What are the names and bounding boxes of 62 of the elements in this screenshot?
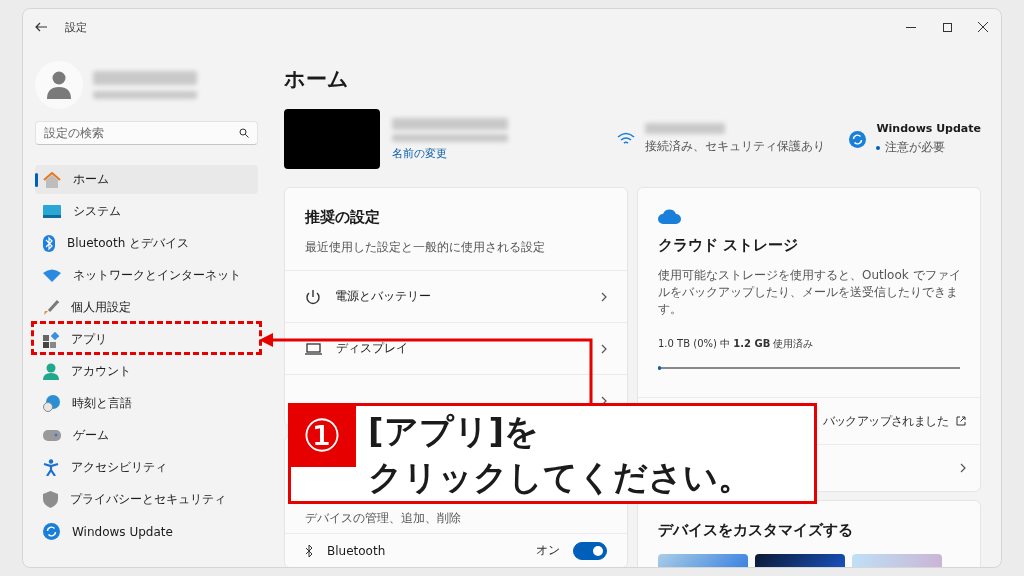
- minimize-icon: [906, 26, 916, 28]
- chevron-right-icon: [960, 463, 966, 474]
- row-label: Bluetooth: [327, 543, 387, 558]
- chevron-right-icon: [601, 291, 607, 302]
- bluetooth-icon: [305, 543, 313, 558]
- sidebar-item[interactable]: ネットワークとインターネット: [35, 261, 258, 290]
- settings-row[interactable]: 電源とバッテリー: [285, 270, 627, 322]
- sidebar-item[interactable]: アプリ: [35, 325, 258, 354]
- update-icon: [849, 130, 867, 148]
- search-icon: [239, 128, 249, 138]
- cloud-icon: [658, 208, 682, 224]
- window-title: 設定: [65, 19, 88, 35]
- gamepad-icon: [43, 430, 61, 441]
- sidebar-item[interactable]: Windows Update: [35, 517, 258, 546]
- search-field[interactable]: 設定の検索: [35, 121, 258, 145]
- sidebar-item[interactable]: アクセシビリティ: [35, 453, 258, 482]
- card-description: 使用可能なストレージを使用すると、Outlook でファイルをバックアップしたり、メールを送受信したりできます。: [658, 267, 962, 318]
- sidebar-item[interactable]: Bluetooth とデバイス: [35, 229, 258, 258]
- step-number: ①: [288, 403, 356, 467]
- back-arrow-icon[interactable]: [35, 22, 47, 32]
- person-icon: [43, 363, 59, 380]
- card-title: デバイスをカスタマイズする: [658, 521, 854, 541]
- instruction-text: クリックしてください。: [368, 456, 752, 499]
- card-subtitle: デバイスの管理、追加、削除: [305, 510, 462, 527]
- sidebar-item[interactable]: ホーム: [35, 165, 258, 194]
- card-title: 推奨の設定: [305, 208, 381, 227]
- bluetooth-icon: [43, 235, 55, 252]
- laptop-icon: [305, 342, 322, 355]
- wifi-icon: [617, 132, 636, 146]
- house-icon: [43, 171, 61, 188]
- monitor-icon: [43, 205, 61, 218]
- card-title: クラウド ストレージ: [658, 236, 800, 255]
- sidebar-item[interactable]: 時刻と言語: [35, 389, 258, 418]
- chevron-right-icon: [601, 343, 607, 354]
- status-detail: 接続済み、セキュリティ保護あり: [645, 138, 826, 155]
- toggle-state: オン: [536, 542, 559, 559]
- apps-icon: [43, 331, 59, 348]
- accessibility-icon: [43, 459, 59, 476]
- wifi-icon: [43, 269, 61, 282]
- maximize-icon: [942, 22, 952, 32]
- rename-link[interactable]: 名前の変更: [392, 145, 594, 161]
- avatar: [35, 61, 83, 109]
- brush-icon: [43, 299, 59, 316]
- instruction-text: [アプリ]を: [368, 410, 540, 453]
- update-icon: [43, 523, 60, 540]
- page-title: ホーム: [284, 66, 350, 93]
- sidebar-item[interactable]: システム: [35, 197, 258, 226]
- card-subtitle: 最近使用した設定と一般的に使用される設定: [305, 239, 546, 256]
- toggle-switch[interactable]: [573, 541, 607, 560]
- power-icon: [305, 288, 321, 305]
- status-detail: 注意が必要: [885, 139, 946, 156]
- sidebar-item[interactable]: プライバシーとセキュリティ: [35, 485, 258, 514]
- sidebar-item[interactable]: 個人用設定: [35, 293, 258, 322]
- globe-clock-icon: [43, 395, 60, 412]
- status-title: Windows Update: [876, 122, 981, 135]
- shield-icon: [43, 491, 58, 508]
- close-icon: [978, 22, 988, 32]
- settings-row[interactable]: ディスプレイ: [285, 322, 627, 374]
- external-link-icon: [956, 416, 966, 427]
- sidebar-item[interactable]: アカウント: [35, 357, 258, 386]
- storage-usage: 1.0 TB (0%) 中 1.2 GB 使用済み: [658, 337, 815, 352]
- sidebar-item[interactable]: ゲーム: [35, 421, 258, 450]
